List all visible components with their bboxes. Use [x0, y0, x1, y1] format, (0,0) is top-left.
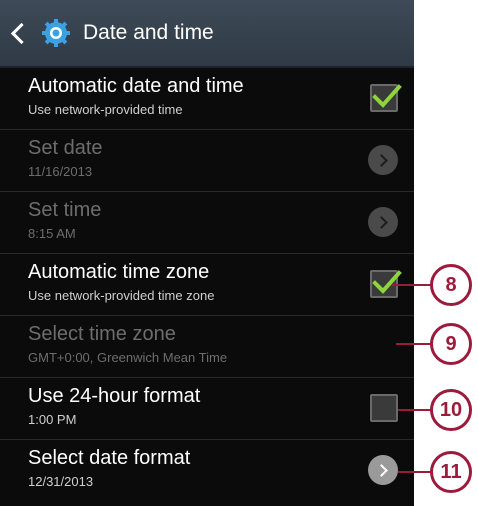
setting-set-time[interactable]: Set time 8:15 AM: [0, 192, 414, 254]
callout-line: [398, 471, 432, 473]
setting-title: Select date format: [28, 447, 191, 469]
chevron-right-icon: [375, 463, 388, 477]
callout-badge: 8: [430, 264, 472, 306]
action-bar: Date and time: [0, 0, 414, 68]
callout-line: [396, 343, 432, 345]
setting-title: Automatic time zone: [28, 261, 210, 283]
setting-select-date-format[interactable]: Select date format 12/31/2013: [0, 440, 414, 502]
select-date-format-arrow-button[interactable]: [368, 455, 398, 485]
page-title: Date and time: [83, 21, 214, 44]
setting-select-time-zone[interactable]: Select time zone GMT+0:00, Greenwich Mea…: [0, 316, 414, 378]
chevron-right-icon: [375, 153, 388, 167]
use-24-hour-checkbox[interactable]: [370, 394, 398, 422]
settings-screen: Date and time Automatic date and time Us…: [0, 0, 414, 506]
setting-use-24-hour-format[interactable]: Use 24-hour format 1:00 PM: [0, 378, 414, 440]
checkmark-icon: [372, 84, 402, 108]
callout-line: [398, 409, 432, 411]
setting-automatic-time-zone[interactable]: Automatic time zone Use network-provided…: [0, 254, 414, 316]
callout-badge: 9: [430, 323, 472, 365]
gear-icon: [42, 19, 70, 47]
setting-subtitle: 11/16/2013: [28, 164, 93, 179]
callout-badge: 11: [430, 451, 472, 493]
setting-subtitle: Use network-provided time: [28, 102, 183, 117]
setting-title: Set date: [28, 137, 103, 159]
setting-title: Automatic date and time: [28, 75, 244, 97]
setting-automatic-date-time[interactable]: Automatic date and time Use network-prov…: [0, 68, 414, 130]
chevron-left-icon[interactable]: [10, 22, 33, 44]
setting-subtitle: 1:00 PM: [28, 412, 77, 427]
setting-subtitle: Use network-provided time zone: [28, 288, 215, 303]
setting-title: Use 24-hour format: [28, 385, 201, 407]
checkmark-icon: [372, 270, 402, 294]
setting-subtitle: GMT+0:00, Greenwich Mean Time: [28, 350, 228, 365]
callout-line: [392, 284, 432, 286]
setting-subtitle: 12/31/2013: [28, 474, 94, 489]
automatic-date-time-checkbox[interactable]: [370, 84, 402, 112]
chevron-right-icon: [375, 215, 388, 229]
callout-badge: 10: [430, 389, 472, 431]
setting-title: Set time: [28, 199, 102, 221]
setting-title: Select time zone: [28, 323, 176, 345]
setting-subtitle: 8:15 AM: [28, 226, 76, 241]
set-date-arrow-button[interactable]: [368, 145, 398, 175]
setting-set-date[interactable]: Set date 11/16/2013: [0, 130, 414, 192]
set-time-arrow-button[interactable]: [368, 207, 398, 237]
